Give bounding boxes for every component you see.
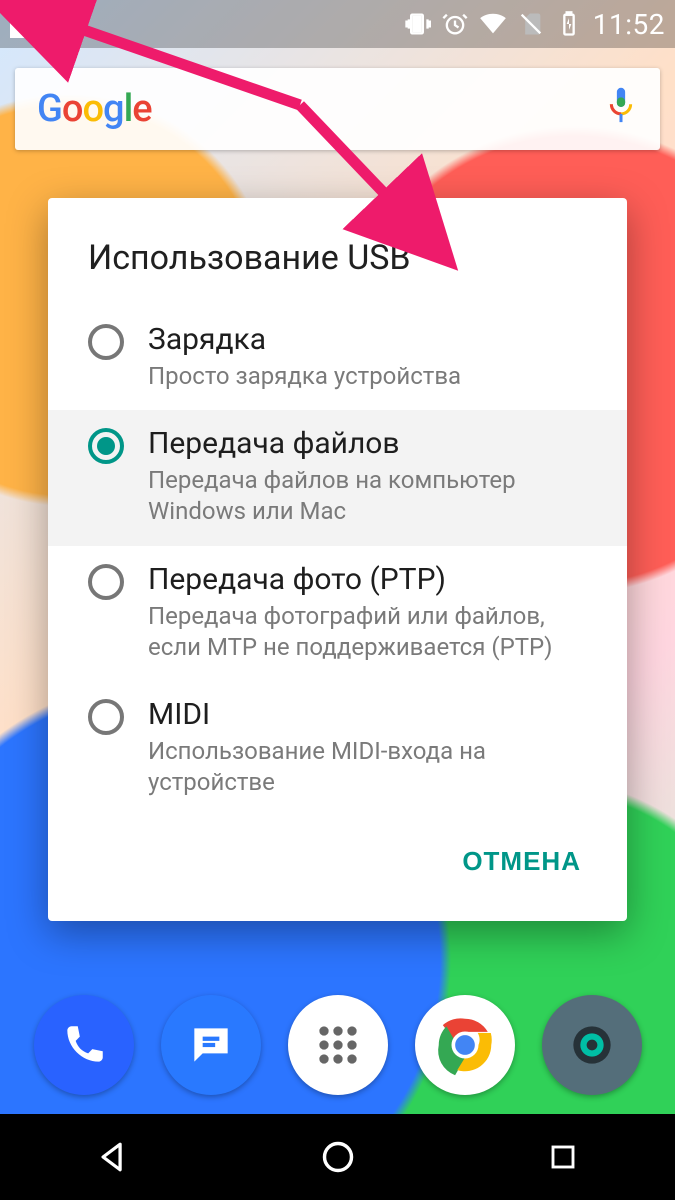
vibrate-icon xyxy=(403,10,431,38)
back-button[interactable] xyxy=(93,1137,133,1177)
radio-unchecked-icon xyxy=(88,324,124,360)
google-logo: Google xyxy=(37,87,152,131)
radio-unchecked-icon xyxy=(88,564,124,600)
android-nav-bar xyxy=(0,1114,675,1200)
usb-notification-icon[interactable] xyxy=(10,8,40,38)
app-drawer-icon[interactable] xyxy=(288,995,388,1095)
dialog-title: Использование USB xyxy=(48,198,627,306)
option-title: Передача фото (PTP) xyxy=(148,562,587,597)
messages-app-icon[interactable] xyxy=(161,995,261,1095)
home-button[interactable] xyxy=(318,1137,358,1177)
usb-option-midi[interactable]: MIDI Использование MIDI-входа на устройс… xyxy=(48,681,627,816)
mic-icon[interactable] xyxy=(604,85,638,133)
battery-charging-icon xyxy=(555,10,583,38)
option-desc: Передача файлов на компьютер Windows или… xyxy=(148,465,587,527)
no-sim-icon xyxy=(517,10,545,38)
phone-app-icon[interactable] xyxy=(34,995,134,1095)
option-desc: Использование MIDI-входа на устройстве xyxy=(148,736,587,798)
cancel-button[interactable]: ОТМЕНА xyxy=(444,834,599,889)
wifi-icon xyxy=(479,10,507,38)
radio-unchecked-icon xyxy=(88,699,124,735)
recents-button[interactable] xyxy=(543,1137,583,1177)
usb-usage-dialog: Использование USB Зарядка Просто зарядка… xyxy=(48,198,627,921)
radio-checked-icon xyxy=(88,428,124,464)
usb-option-charging[interactable]: Зарядка Просто зарядка устройства xyxy=(48,306,627,410)
alarm-icon xyxy=(441,10,469,38)
chrome-app-icon[interactable] xyxy=(415,995,515,1095)
option-desc: Просто зарядка устройства xyxy=(148,361,461,392)
dialog-actions: ОТМЕНА xyxy=(48,816,627,911)
option-title: Передача файлов xyxy=(148,426,587,461)
camera-app-icon[interactable] xyxy=(542,995,642,1095)
option-title: MIDI xyxy=(148,697,587,732)
google-search-widget[interactable]: Google xyxy=(15,68,660,150)
option-desc: Передача фотографий или файлов, если MTP… xyxy=(148,601,587,663)
usb-option-ptp[interactable]: Передача фото (PTP) Передача фотографий … xyxy=(48,546,627,681)
usb-option-file-transfer[interactable]: Передача файлов Передача файлов на компь… xyxy=(48,410,627,545)
status-clock: 11:52 xyxy=(593,8,665,41)
status-bar: 11:52 xyxy=(0,0,675,48)
option-title: Зарядка xyxy=(148,322,461,357)
dock xyxy=(0,985,675,1105)
